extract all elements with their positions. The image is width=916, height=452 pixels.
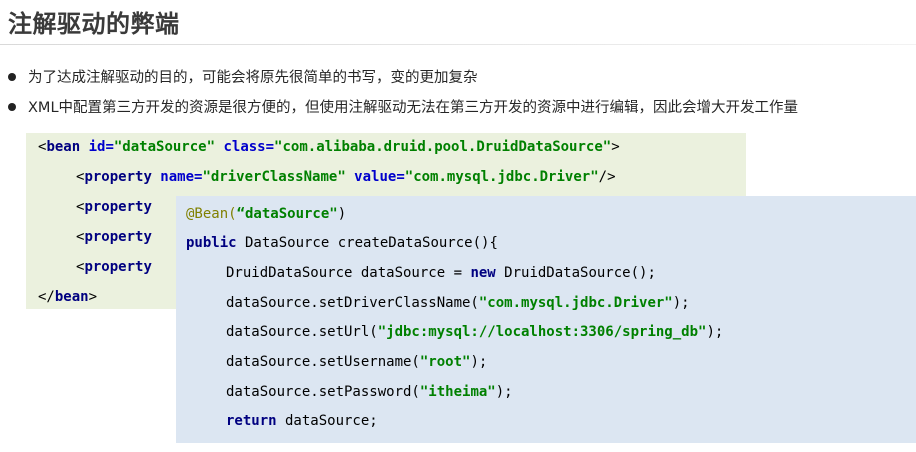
bullet-dot-icon (8, 102, 16, 111)
java-keyword: return (226, 413, 277, 429)
xml-tag: property (84, 199, 152, 215)
java-code-line: dataSource.setPassword("itheima"); (226, 384, 513, 400)
xml-attr: id= (80, 139, 114, 155)
xml-tag: property (84, 229, 152, 245)
java-string: "itheima" (419, 384, 496, 400)
xml-value: "dataSource" (113, 139, 216, 155)
java-string: "com.mysql.jdbc.Driver" (478, 295, 673, 311)
xml-bracket: > (88, 289, 98, 305)
xml-property-line: <property name="driverClassName" value="… (76, 169, 616, 185)
java-text: dataSource.setPassword( (226, 384, 420, 400)
bullet-text: XML中配置第三方开发的资源是很方便的，但使用注解驱动无法在第三方开发的资源中进… (28, 100, 799, 116)
bullet-item: 为了达成注解驱动的目的，可能会将原先很简单的书写，变的更加复杂 (8, 66, 478, 87)
xml-bracket: > (611, 139, 620, 155)
java-code-line: dataSource.setDriverClassName("com.mysql… (226, 295, 690, 311)
xml-property-line: <property (76, 259, 152, 275)
bullet-item: XML中配置第三方开发的资源是很方便的，但使用注解驱动无法在第三方开发的资源中进… (8, 96, 798, 117)
xml-bean-close-line: </bean> (38, 289, 97, 305)
java-keyword: public (186, 235, 237, 251)
java-text: dataSource; (276, 413, 378, 429)
java-text: ) (337, 206, 347, 222)
java-code-line: DruidDataSource dataSource = new DruidDa… (226, 265, 656, 281)
java-string: "root" (419, 354, 471, 370)
java-string: "jdbc:mysql://localhost:3306/spring_db" (377, 324, 707, 340)
java-text: ); (470, 354, 488, 370)
title-divider (0, 44, 916, 45)
java-text: ); (706, 324, 724, 340)
xml-property-line: <property (76, 199, 152, 215)
java-annotation: @Bean( (186, 206, 237, 222)
xml-bracket: /> (598, 169, 616, 185)
java-text: DruidDataSource dataSource = (226, 265, 471, 281)
xml-bean-open-line: <bean id="dataSource" class="com.alibaba… (38, 139, 620, 155)
bullet-text: 为了达成注解驱动的目的，可能会将原先很简单的书写，变的更加复杂 (28, 70, 478, 86)
xml-tag: bean (54, 289, 89, 305)
xml-tag: property (84, 169, 152, 185)
xml-value: "com.alibaba.druid.pool.DruidDataSource" (274, 139, 612, 155)
java-return-line: return dataSource; (226, 413, 378, 429)
bullet-dot-icon (8, 72, 16, 81)
java-code-line: dataSource.setUrl("jdbc:mysql://localhos… (226, 324, 723, 340)
xml-value: "driverClassName" (202, 169, 346, 185)
xml-bracket: </ (38, 289, 55, 305)
xml-tag: bean (46, 139, 81, 155)
java-text: dataSource.setUsername( (226, 354, 420, 370)
xml-attr: name= (151, 169, 203, 185)
xml-tag: property (84, 259, 152, 275)
xml-attr: class= (215, 139, 275, 155)
xml-property-line: <property (76, 229, 152, 245)
java-text: ); (672, 295, 690, 311)
java-text: DataSource createDataSource(){ (236, 235, 498, 251)
java-method-line: public DataSource createDataSource(){ (186, 235, 498, 251)
java-text: dataSource.setDriverClassName( (226, 295, 479, 311)
java-text: ); (495, 384, 513, 400)
java-string: “dataSource" (236, 206, 338, 222)
java-code-line: dataSource.setUsername("root"); (226, 354, 487, 370)
xml-value: "com.mysql.jdbc.Driver" (404, 169, 599, 185)
java-text: DruidDataSource(); (495, 265, 656, 281)
java-keyword: new (470, 265, 496, 281)
slide-title: 注解驱动的弊端 (8, 10, 180, 38)
java-text: dataSource.setUrl( (226, 324, 378, 340)
xml-attr: value= (345, 169, 405, 185)
java-annotation-line: @Bean(“dataSource") (186, 206, 346, 222)
java-code-block: @Bean(“dataSource") public DataSource cr… (176, 196, 916, 443)
